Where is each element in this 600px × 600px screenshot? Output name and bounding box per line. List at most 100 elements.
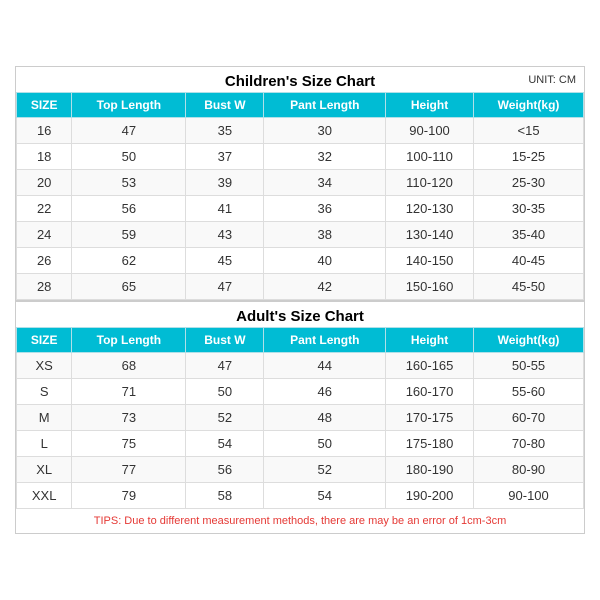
table-cell: 45-50 bbox=[474, 274, 584, 300]
table-cell: XS bbox=[17, 353, 72, 379]
table-row: XL775652180-19080-90 bbox=[17, 457, 584, 483]
table-row: XS684744160-16550-55 bbox=[17, 353, 584, 379]
table-cell: XL bbox=[17, 457, 72, 483]
table-row: 18503732100-11015-25 bbox=[17, 144, 584, 170]
table-cell: 70-80 bbox=[474, 431, 584, 457]
table-cell: 30-35 bbox=[474, 196, 584, 222]
table-cell: 79 bbox=[72, 483, 186, 509]
table-cell: 65 bbox=[72, 274, 186, 300]
table-cell: 35 bbox=[186, 118, 264, 144]
table-cell: 160-165 bbox=[386, 353, 474, 379]
table-cell: 47 bbox=[186, 353, 264, 379]
table-cell: 90-100 bbox=[386, 118, 474, 144]
table-cell: 46 bbox=[264, 379, 386, 405]
adult-col-header-top-length: Top Length bbox=[72, 328, 186, 353]
table-cell: 90-100 bbox=[474, 483, 584, 509]
table-cell: 100-110 bbox=[386, 144, 474, 170]
table-cell: 140-150 bbox=[386, 248, 474, 274]
adult-title-text: Adult's Size Chart bbox=[236, 308, 364, 325]
table-row: 22564136120-13030-35 bbox=[17, 196, 584, 222]
table-cell: 160-170 bbox=[386, 379, 474, 405]
table-cell: 75 bbox=[72, 431, 186, 457]
table-row: L755450175-18070-80 bbox=[17, 431, 584, 457]
table-cell: 150-160 bbox=[386, 274, 474, 300]
table-cell: 15-25 bbox=[474, 144, 584, 170]
table-cell: 26 bbox=[17, 248, 72, 274]
table-cell: 56 bbox=[186, 457, 264, 483]
children-section-title: Children's Size Chart UNIT: CM bbox=[16, 67, 584, 92]
table-cell: 58 bbox=[186, 483, 264, 509]
children-header-row: SIZE Top Length Bust W Pant Length Heigh… bbox=[17, 93, 584, 118]
col-header-height: Height bbox=[386, 93, 474, 118]
col-header-pant-length: Pant Length bbox=[264, 93, 386, 118]
table-cell: 170-175 bbox=[386, 405, 474, 431]
table-cell: 54 bbox=[264, 483, 386, 509]
table-cell: 25-30 bbox=[474, 170, 584, 196]
table-cell: 68 bbox=[72, 353, 186, 379]
table-cell: 55-60 bbox=[474, 379, 584, 405]
table-cell: 47 bbox=[186, 274, 264, 300]
table-row: S715046160-17055-60 bbox=[17, 379, 584, 405]
table-cell: 37 bbox=[186, 144, 264, 170]
col-header-size: SIZE bbox=[17, 93, 72, 118]
table-cell: 40 bbox=[264, 248, 386, 274]
table-cell: 39 bbox=[186, 170, 264, 196]
table-cell: 52 bbox=[186, 405, 264, 431]
table-cell: 62 bbox=[72, 248, 186, 274]
table-cell: 71 bbox=[72, 379, 186, 405]
table-cell: M bbox=[17, 405, 72, 431]
adult-tbody: XS684744160-16550-55S715046160-17055-60M… bbox=[17, 353, 584, 509]
table-cell: 190-200 bbox=[386, 483, 474, 509]
table-cell: 53 bbox=[72, 170, 186, 196]
table-cell: 59 bbox=[72, 222, 186, 248]
children-tbody: 1647353090-100<1518503732100-11015-25205… bbox=[17, 118, 584, 300]
table-cell: 35-40 bbox=[474, 222, 584, 248]
table-cell: 50 bbox=[72, 144, 186, 170]
table-cell: 16 bbox=[17, 118, 72, 144]
table-cell: 32 bbox=[264, 144, 386, 170]
chart-container: Children's Size Chart UNIT: CM SIZE Top … bbox=[15, 66, 585, 534]
table-row: 1647353090-100<15 bbox=[17, 118, 584, 144]
col-header-top-length: Top Length bbox=[72, 93, 186, 118]
table-cell: 52 bbox=[264, 457, 386, 483]
table-cell: 34 bbox=[264, 170, 386, 196]
adult-col-header-size: SIZE bbox=[17, 328, 72, 353]
table-cell: L bbox=[17, 431, 72, 457]
children-table: SIZE Top Length Bust W Pant Length Heigh… bbox=[16, 92, 584, 300]
table-cell: 47 bbox=[72, 118, 186, 144]
table-cell: 54 bbox=[186, 431, 264, 457]
table-cell: XXL bbox=[17, 483, 72, 509]
adult-col-header-bust-w: Bust W bbox=[186, 328, 264, 353]
table-row: 20533934110-12025-30 bbox=[17, 170, 584, 196]
table-cell: 77 bbox=[72, 457, 186, 483]
table-cell: 36 bbox=[264, 196, 386, 222]
table-cell: 18 bbox=[17, 144, 72, 170]
adult-table: SIZE Top Length Bust W Pant Length Heigh… bbox=[16, 327, 584, 509]
table-cell: 50 bbox=[186, 379, 264, 405]
table-cell: 41 bbox=[186, 196, 264, 222]
table-cell: 73 bbox=[72, 405, 186, 431]
table-cell: 20 bbox=[17, 170, 72, 196]
table-cell: S bbox=[17, 379, 72, 405]
table-row: 28654742150-16045-50 bbox=[17, 274, 584, 300]
col-header-weight: Weight(kg) bbox=[474, 93, 584, 118]
adult-header-row: SIZE Top Length Bust W Pant Length Heigh… bbox=[17, 328, 584, 353]
col-header-bust-w: Bust W bbox=[186, 93, 264, 118]
table-cell: 50 bbox=[264, 431, 386, 457]
table-cell: 40-45 bbox=[474, 248, 584, 274]
tips-text: TIPS: Due to different measurement metho… bbox=[16, 509, 584, 533]
adult-col-header-weight: Weight(kg) bbox=[474, 328, 584, 353]
table-cell: 24 bbox=[17, 222, 72, 248]
table-cell: 180-190 bbox=[386, 457, 474, 483]
table-cell: 30 bbox=[264, 118, 386, 144]
table-cell: 175-180 bbox=[386, 431, 474, 457]
table-row: 24594338130-14035-40 bbox=[17, 222, 584, 248]
table-row: XXL795854190-20090-100 bbox=[17, 483, 584, 509]
table-cell: 60-70 bbox=[474, 405, 584, 431]
adult-section-title: Adult's Size Chart bbox=[16, 300, 584, 327]
table-row: M735248170-17560-70 bbox=[17, 405, 584, 431]
table-cell: 48 bbox=[264, 405, 386, 431]
table-cell: 22 bbox=[17, 196, 72, 222]
table-cell: 28 bbox=[17, 274, 72, 300]
table-cell: <15 bbox=[474, 118, 584, 144]
